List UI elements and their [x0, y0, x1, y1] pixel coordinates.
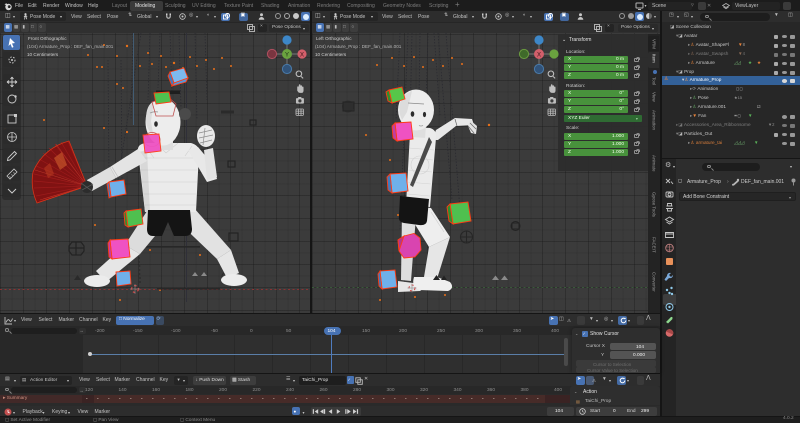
svg-text:X: X: [300, 53, 304, 59]
svg-text:X: X: [537, 53, 541, 59]
svg-text:Y: Y: [285, 53, 289, 59]
